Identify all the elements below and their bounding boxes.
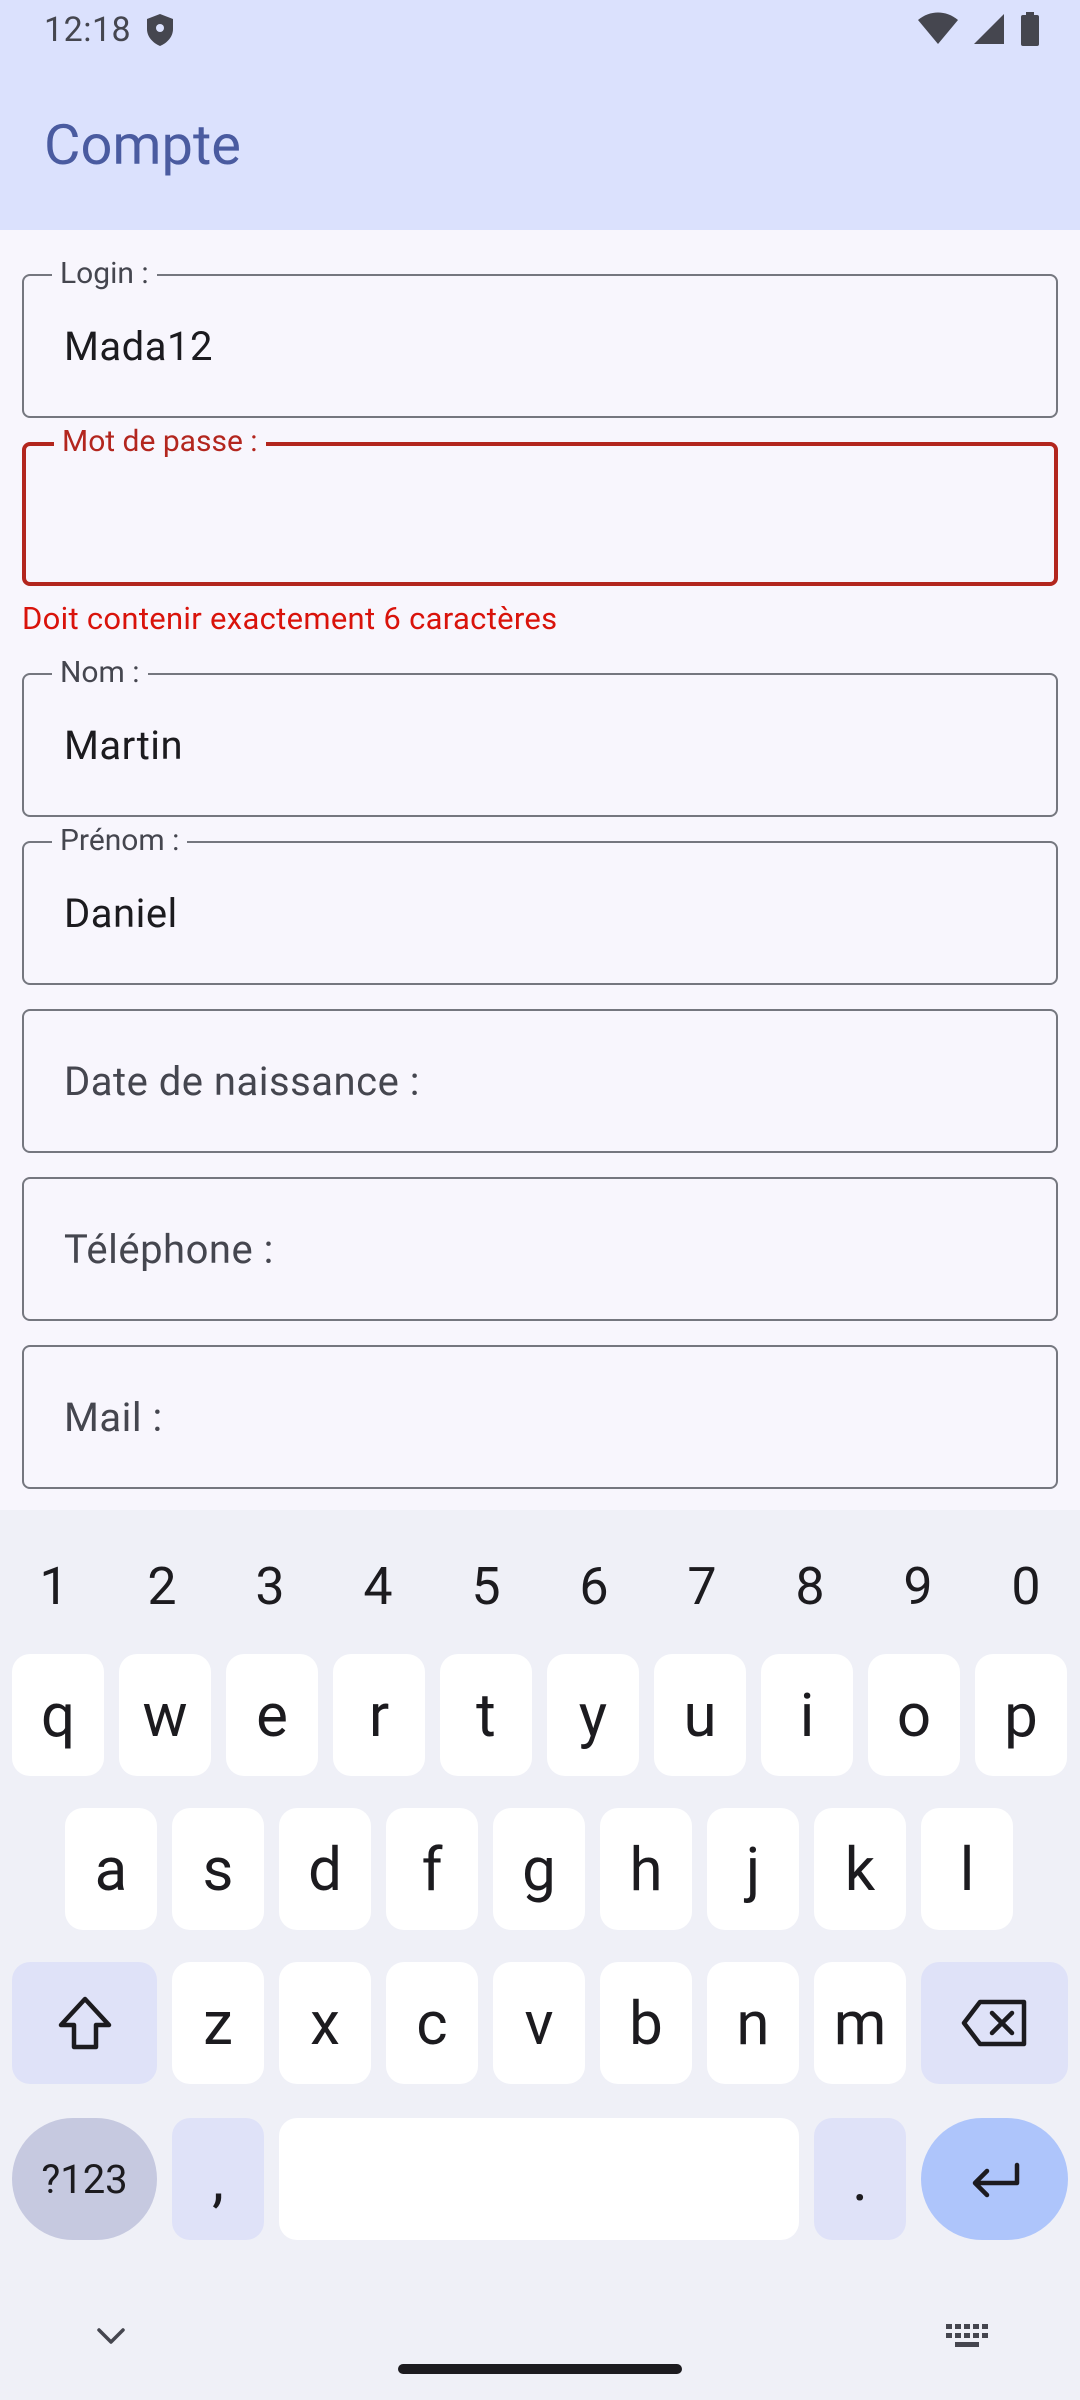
shift-icon: [58, 1996, 111, 2050]
hide-keyboard-icon[interactable]: [96, 2326, 126, 2346]
key-y[interactable]: y: [547, 1654, 639, 1776]
key-j[interactable]: j: [707, 1808, 799, 1930]
key-t[interactable]: t: [440, 1654, 532, 1776]
key-8[interactable]: 8: [756, 1532, 864, 1642]
key-v[interactable]: v: [493, 1962, 585, 2084]
status-bar: 12:18: [0, 0, 1080, 60]
password-field[interactable]: Mot de passe :: [22, 422, 1058, 586]
signal-icon: [974, 14, 1004, 44]
status-time: 12:18: [44, 10, 132, 50]
key-9[interactable]: 9: [864, 1532, 972, 1642]
date-field[interactable]: Date de naissance :: [22, 1009, 1058, 1153]
key-u[interactable]: u: [654, 1654, 746, 1776]
keyboard-bottom-bar: [0, 2300, 1080, 2400]
key-g[interactable]: g: [493, 1808, 585, 1930]
key-f[interactable]: f: [386, 1808, 478, 1930]
key-i[interactable]: i: [761, 1654, 853, 1776]
number-row: 1 2 3 4 5 6 7 8 9 0: [0, 1532, 1080, 1642]
key-2[interactable]: 2: [108, 1532, 216, 1642]
home-indicator[interactable]: [398, 2364, 682, 2374]
key-n[interactable]: n: [707, 1962, 799, 2084]
symbols-key[interactable]: ?123: [12, 2118, 157, 2240]
key-z[interactable]: z: [172, 1962, 264, 2084]
key-b[interactable]: b: [600, 1962, 692, 2084]
enter-icon: [972, 2162, 1019, 2198]
space-key[interactable]: [279, 2118, 799, 2240]
key-q[interactable]: q: [12, 1654, 104, 1776]
backspace-icon: [961, 1999, 1026, 2047]
key-w[interactable]: w: [119, 1654, 211, 1776]
keyboard-switch-icon[interactable]: [946, 2324, 990, 2350]
shield-icon: [147, 14, 174, 46]
wifi-icon: [918, 12, 958, 44]
backspace-key[interactable]: [921, 1962, 1068, 2084]
shift-key[interactable]: [12, 1962, 157, 2084]
nom-value: Martin: [64, 721, 184, 769]
key-1[interactable]: 1: [0, 1532, 108, 1642]
key-5[interactable]: 5: [432, 1532, 540, 1642]
key-s[interactable]: s: [172, 1808, 264, 1930]
key-l[interactable]: l: [921, 1808, 1013, 1930]
prenom-field[interactable]: Prénom : Daniel: [22, 821, 1058, 985]
soft-keyboard: 1 2 3 4 5 6 7 8 9 0: [0, 1510, 1080, 2400]
comma-key[interactable]: ,: [172, 2118, 264, 2240]
key-3[interactable]: 3: [216, 1532, 324, 1642]
key-x[interactable]: x: [279, 1962, 371, 2084]
key-p[interactable]: p: [975, 1654, 1067, 1776]
key-a[interactable]: a: [65, 1808, 157, 1930]
login-field[interactable]: Login : Mada12: [22, 254, 1058, 418]
key-m[interactable]: m: [814, 1962, 906, 2084]
key-4[interactable]: 4: [324, 1532, 432, 1642]
key-d[interactable]: d: [279, 1808, 371, 1930]
telephone-field[interactable]: Téléphone :: [22, 1177, 1058, 1321]
key-h[interactable]: h: [600, 1808, 692, 1930]
key-c[interactable]: c: [386, 1962, 478, 2084]
nom-field[interactable]: Nom : Martin: [22, 653, 1058, 817]
key-k[interactable]: k: [814, 1808, 906, 1930]
battery-icon: [1021, 12, 1039, 46]
key-7[interactable]: 7: [648, 1532, 756, 1642]
period-key[interactable]: .: [814, 2118, 906, 2240]
mail-placeholder: Mail :: [64, 1393, 163, 1441]
password-label: Mot de passe :: [54, 422, 266, 462]
telephone-placeholder: Téléphone :: [64, 1225, 274, 1273]
page-title: Compte: [44, 112, 241, 178]
mail-field[interactable]: Mail :: [22, 1345, 1058, 1489]
date-placeholder: Date de naissance :: [64, 1057, 420, 1105]
key-6[interactable]: 6: [540, 1532, 648, 1642]
key-r[interactable]: r: [333, 1654, 425, 1776]
app-bar: Compte: [0, 60, 1080, 230]
password-error-text: Doit contenir exactement 6 caractères: [22, 600, 558, 637]
key-e[interactable]: e: [226, 1654, 318, 1776]
key-0[interactable]: 0: [972, 1532, 1080, 1642]
key-o[interactable]: o: [868, 1654, 960, 1776]
enter-key[interactable]: [921, 2118, 1068, 2240]
login-value: Mada12: [64, 322, 213, 370]
prenom-value: Daniel: [64, 889, 178, 937]
status-icons: [918, 12, 1040, 46]
